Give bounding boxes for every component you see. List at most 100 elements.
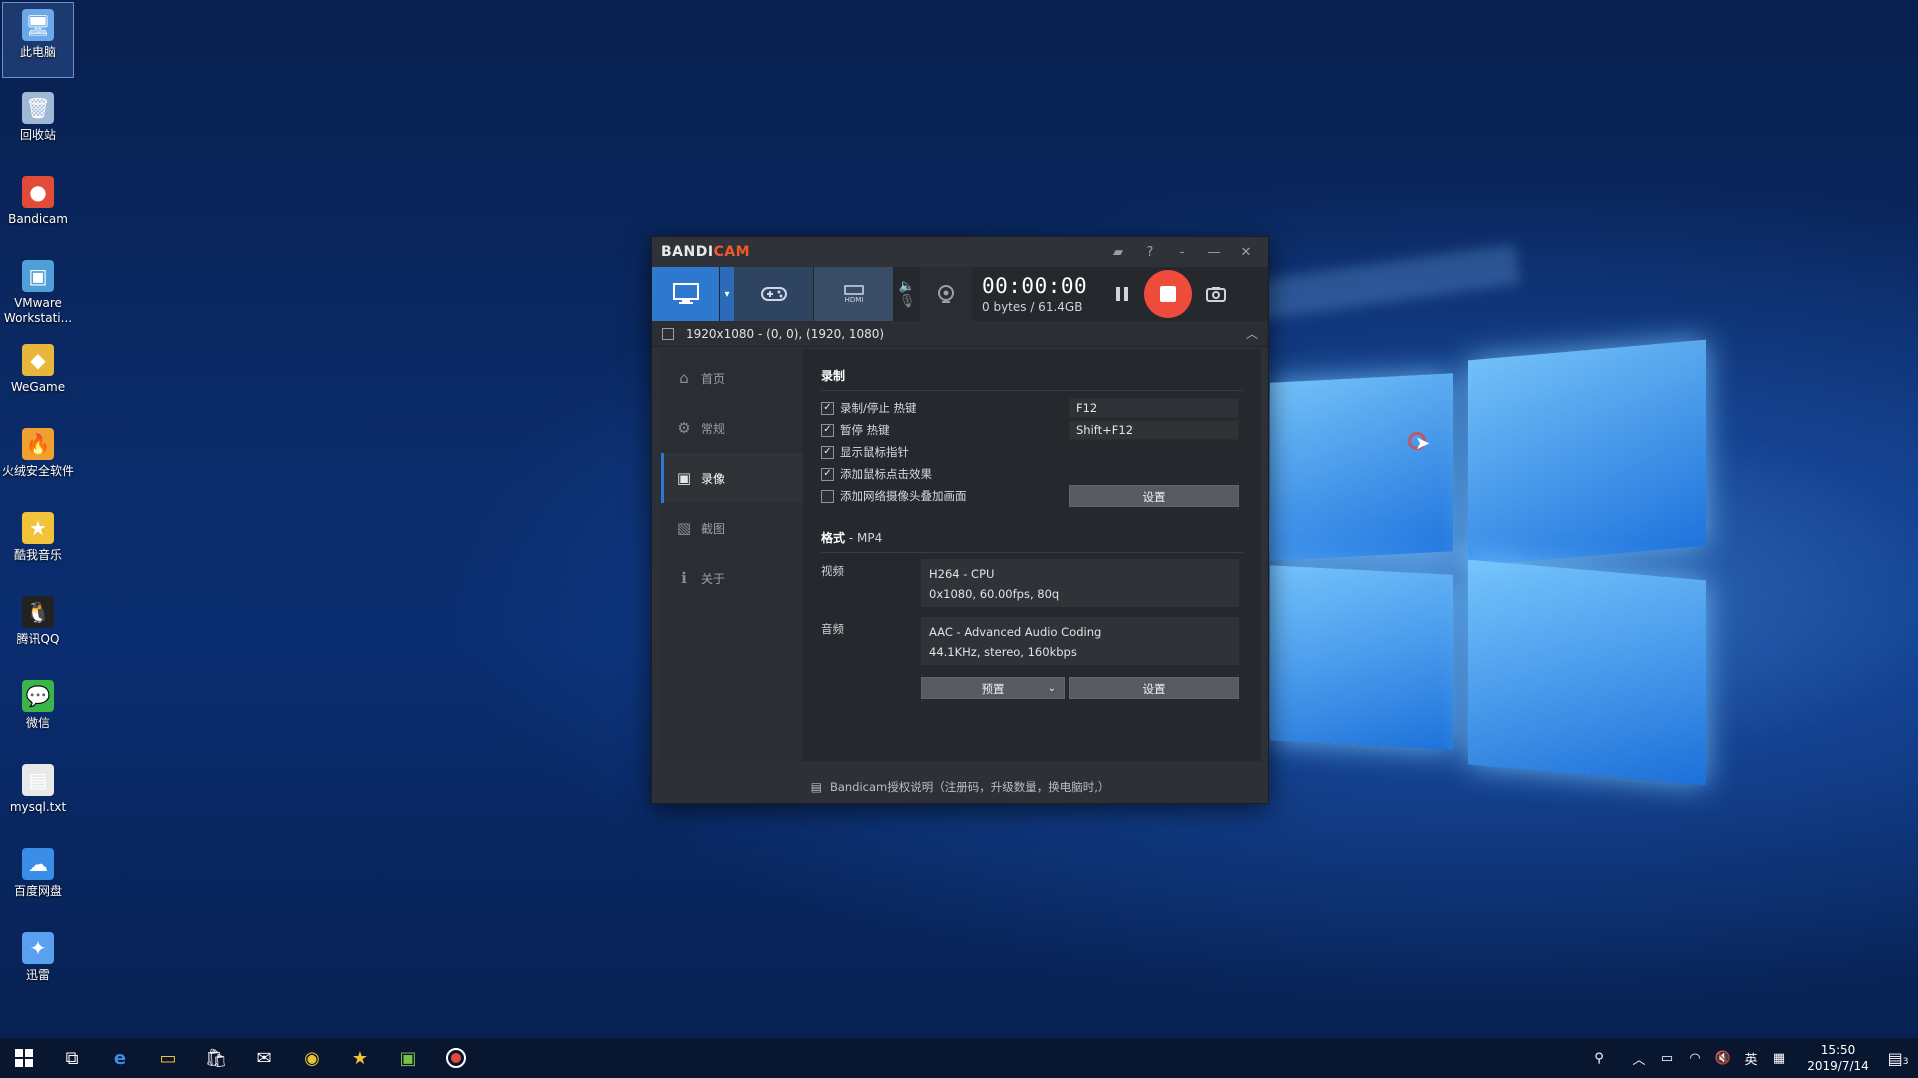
desktop-icon[interactable]: 🐧 腾讯QQ: [2, 590, 74, 666]
screen-recording-mode-button[interactable]: [652, 267, 720, 321]
chevron-down-icon[interactable]: ▾: [720, 267, 734, 321]
chrome-icon[interactable]: ◉: [288, 1038, 336, 1078]
audio-format-box: AAC - Advanced Audio Coding 44.1KHz, ste…: [921, 617, 1239, 665]
desktop-icon[interactable]: ▤ mysql.txt: [2, 758, 74, 834]
desktop-icon-label: 此电脑: [19, 45, 56, 59]
speaker-icon: 🔈: [898, 279, 916, 294]
chevron-up-icon[interactable]: ︿: [1246, 325, 1258, 342]
start-button[interactable]: [0, 1038, 48, 1078]
record-stop-button[interactable]: [1144, 270, 1192, 318]
monitor-icon: [672, 283, 699, 304]
preset-label: 预置: [981, 682, 1005, 696]
bandicam-icon: ●: [22, 176, 54, 208]
folder-icon[interactable]: ▰: [1102, 245, 1134, 260]
screenshot-camera-icon[interactable]: [1192, 267, 1240, 321]
sidebar-item-home[interactable]: ⌂ 首页: [661, 353, 803, 403]
game-recording-mode-button[interactable]: [734, 267, 814, 321]
store-icon[interactable]: 🛍: [192, 1038, 240, 1078]
minimize-icon[interactable]: —: [1198, 245, 1230, 260]
pause-button[interactable]: [1102, 267, 1142, 321]
record-option-row: ✓ 显示鼠标指针: [821, 441, 1245, 463]
record-option-checkbox[interactable]: ✓: [821, 423, 834, 437]
desktop-icon[interactable]: ☁ 百度网盘: [2, 842, 74, 918]
desktop-icon[interactable]: 🔥 火绒安全软件: [2, 422, 74, 498]
license-footer[interactable]: ▤ Bandicam授权说明（注册码，升级数量，换电脑时,）: [652, 771, 1268, 803]
hdmi-recording-mode-button[interactable]: HDMI: [814, 267, 894, 321]
edge-browser-icon[interactable]: e: [96, 1038, 144, 1078]
hotkey-field[interactable]: F12: [1069, 398, 1239, 418]
keyboard-icon[interactable]: ▦: [1768, 1051, 1790, 1066]
info-icon: ℹ: [681, 569, 687, 587]
audio-toggle[interactable]: 🔈 🎙: [894, 267, 920, 321]
desktop-icon[interactable]: ★ 酷我音乐: [2, 506, 74, 582]
desktop-icon[interactable]: 🗑 回收站: [2, 86, 74, 162]
license-link[interactable]: Bandicam授权说明（注册码，升级数量，换电脑时,）: [830, 779, 1109, 795]
file-explorer-icon[interactable]: ▭: [144, 1038, 192, 1078]
record-option-checkbox[interactable]: ✓: [821, 401, 834, 415]
ime-indicator[interactable]: 英: [1740, 1049, 1762, 1068]
desktop-icon-label: 回收站: [19, 128, 56, 142]
sidebar-item-video-record[interactable]: ▣ 录像: [661, 453, 803, 503]
desktop-icon[interactable]: ◆ WeGame: [2, 338, 74, 414]
desktop-icon[interactable]: ✦ 迅雷: [2, 926, 74, 1002]
record-option-checkbox[interactable]: ✓: [821, 445, 834, 459]
record-option-label: 暂停 热键: [840, 423, 890, 437]
task-view-icon[interactable]: ⧉: [48, 1038, 96, 1078]
bandicam-taskbar-icon[interactable]: [432, 1038, 480, 1078]
close-icon[interactable]: ✕: [1230, 245, 1262, 260]
desktop-icon-label: 酷我音乐: [13, 548, 62, 562]
windows-start-icon: [15, 1049, 33, 1067]
app-taskbar-icon[interactable]: ▣: [384, 1038, 432, 1078]
record-option-checkbox[interactable]: ✓: [821, 467, 834, 481]
desktop-icon[interactable]: ● Bandicam: [2, 170, 74, 246]
bandicam-logo: BANDICAM: [661, 244, 750, 260]
svg-text:HDMI: HDMI: [844, 296, 863, 303]
kuwo-taskbar-icon[interactable]: ★: [336, 1038, 384, 1078]
gamepad-icon: [760, 287, 787, 301]
gear-icon: ⚙: [677, 419, 691, 437]
clock-time: 15:50: [1820, 1043, 1856, 1057]
video-format-box: H264 - CPU 0x1080, 60.00fps, 80q: [921, 559, 1239, 607]
desktop-icon[interactable]: ▣ VMware Workstati...: [2, 254, 74, 330]
chevron-down-icon: ⌄: [1047, 683, 1056, 694]
desktop-icon[interactable]: 🖥 此电脑: [2, 2, 74, 78]
sidebar-item-info[interactable]: ℹ 关于: [661, 553, 803, 603]
clock[interactable]: 15:50 2019/7/14: [1798, 1042, 1878, 1074]
desktop-icon-label: 火绒安全软件: [1, 464, 74, 478]
record-section-title: 录制: [821, 367, 1243, 391]
record-option-checkbox[interactable]: [821, 489, 834, 503]
desktop-icon-label: VMware Workstati...: [3, 296, 73, 325]
people-icon[interactable]: ⚲: [1588, 1051, 1610, 1066]
qq-icon: 🐧: [22, 596, 54, 628]
home-icon: ⌂: [679, 369, 689, 387]
clock-date: 2019/7/14: [1807, 1059, 1869, 1073]
battery-icon[interactable]: ▭: [1656, 1051, 1678, 1066]
sidebar-item-screenshot[interactable]: ▧ 截图: [661, 503, 803, 553]
capture-area-icon: [662, 327, 674, 340]
help-icon[interactable]: ?: [1134, 245, 1166, 260]
webcam-icon[interactable]: [920, 267, 972, 321]
desktop-icon-label: 微信: [25, 716, 50, 730]
audio-codec: AAC - Advanced Audio Coding: [929, 625, 1102, 639]
record-option-row: ✓ 暂停 热键 Shift+F12: [821, 419, 1245, 441]
desktop-icon-label: 腾讯QQ: [16, 632, 60, 646]
sidebar-item-gear[interactable]: ⚙ 常规: [661, 403, 803, 453]
hotkey-field[interactable]: Shift+F12: [1069, 420, 1239, 440]
title-bar[interactable]: BANDICAM ▰ ? - — ✕: [652, 237, 1268, 267]
mail-icon[interactable]: ✉: [240, 1038, 288, 1078]
bandicam-window: BANDICAM ▰ ? - — ✕ ▾ HDMI 🔈 🎙 00:00:00 0…: [651, 236, 1269, 804]
capture-area-bar[interactable]: 1920x1080 - (0, 0), (1920, 1080) ︿: [652, 321, 1268, 347]
notification-center-icon[interactable]: ▤3: [1878, 1049, 1918, 1068]
format-title: 格式: [821, 531, 846, 545]
screenshot-icon: ▧: [676, 519, 692, 537]
chevron-up-icon[interactable]: ︿: [1628, 1049, 1650, 1068]
format-settings-button[interactable]: 设置: [1069, 677, 1239, 699]
desktop-icon[interactable]: 💬 微信: [2, 674, 74, 750]
computer-icon: 🖥: [22, 9, 54, 41]
webcam-settings-button[interactable]: 设置: [1069, 485, 1239, 507]
minimize-to-tray-icon[interactable]: -: [1166, 245, 1198, 260]
volume-muted-icon[interactable]: 🔇: [1712, 1051, 1734, 1066]
preset-button[interactable]: 预置 ⌄: [921, 677, 1065, 699]
network-icon[interactable]: ◠: [1684, 1051, 1706, 1066]
record-option-row: 添加网络摄像头叠加画面 设置: [821, 485, 1245, 507]
